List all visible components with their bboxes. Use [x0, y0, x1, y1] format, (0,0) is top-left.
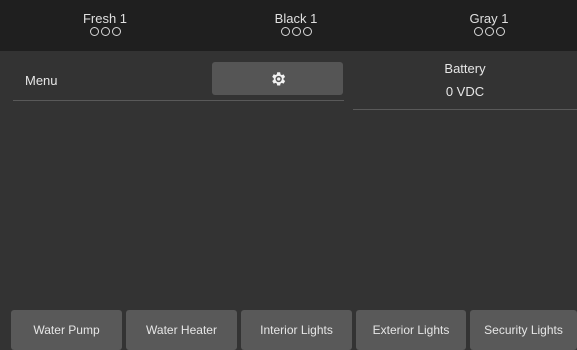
menu-label: Menu: [25, 73, 58, 88]
battery-divider: [353, 109, 577, 110]
water-heater-button[interactable]: Water Heater: [126, 310, 237, 350]
level-dots-icon: [236, 27, 356, 36]
gear-icon: [271, 71, 285, 86]
level-dot: [484, 27, 494, 36]
tank-black-1: Black 1: [236, 12, 356, 36]
menu-divider: [13, 100, 344, 101]
level-dot: [100, 27, 110, 36]
level-dots-icon: [429, 27, 549, 36]
battery-voltage: 0 VDC: [445, 84, 485, 99]
tank-name: Black 1: [274, 11, 318, 26]
level-dot: [291, 27, 301, 36]
water-pump-button[interactable]: Water Pump: [11, 310, 122, 350]
settings-button[interactable]: [212, 62, 343, 95]
security-lights-button[interactable]: Security Lights: [470, 310, 577, 350]
battery-label: Battery: [444, 61, 486, 76]
tank-gray-1: Gray 1: [429, 12, 549, 36]
tank-name: Fresh 1: [82, 11, 128, 26]
control-button-bar: Water Pump Water Heater Interior Lights …: [9, 310, 577, 350]
tank-name: Gray 1: [469, 11, 509, 26]
interior-lights-button[interactable]: Interior Lights: [241, 310, 352, 350]
level-dot: [280, 27, 290, 36]
tank-status-bar: Fresh 1 Black 1 Gray 1: [0, 0, 577, 51]
tank-fresh-1: Fresh 1: [45, 12, 165, 36]
level-dot: [495, 27, 505, 36]
level-dots-icon: [45, 27, 165, 36]
exterior-lights-button[interactable]: Exterior Lights: [356, 310, 466, 350]
level-dot: [302, 27, 312, 36]
level-dot: [89, 27, 99, 36]
level-dot: [473, 27, 483, 36]
level-dot: [111, 27, 121, 36]
